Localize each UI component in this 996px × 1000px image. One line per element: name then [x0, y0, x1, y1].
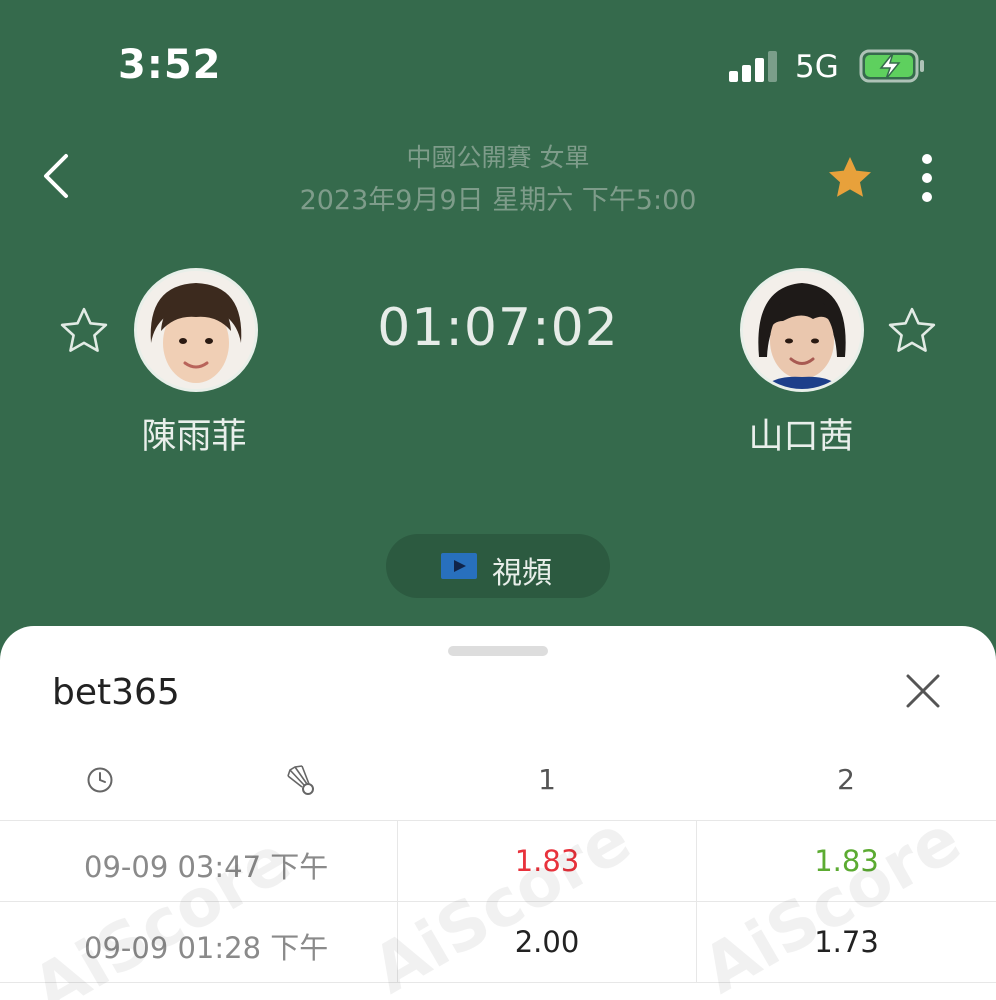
follow-home-star-icon[interactable]: [59, 306, 109, 356]
away-player-avatar[interactable]: [740, 268, 864, 392]
status-time: 3:52: [118, 42, 222, 88]
more-options-icon[interactable]: [912, 150, 942, 206]
video-button[interactable]: 視頻: [386, 534, 610, 598]
close-icon[interactable]: [904, 672, 942, 710]
match-timer: 01:07:02: [377, 298, 619, 358]
column-away-header: 2: [837, 763, 855, 796]
video-play-icon: [441, 553, 477, 579]
sheet-drag-handle[interactable]: [448, 646, 548, 656]
follow-away-star-icon[interactable]: [887, 306, 937, 356]
odds-sheet: bet365 1 2 09-09 03:47 下午 1.83 1.83 09-09 0…: [0, 626, 996, 1000]
signal-icon: [729, 50, 779, 82]
home-player-avatar[interactable]: [134, 268, 258, 392]
bookmaker-title: bet365: [52, 672, 180, 713]
league-title: 中國公開賽 女單: [406, 143, 590, 172]
shuttlecock-icon: [287, 765, 314, 795]
battery-charging-icon: [859, 49, 924, 83]
column-home-header: 1: [538, 763, 556, 796]
home-player-name[interactable]: 陳雨菲: [94, 408, 294, 459]
match-date: 2023年9月9日 星期六 下午5:00: [299, 185, 697, 216]
video-button-label: 視頻: [492, 556, 552, 591]
away-player-photo: [743, 271, 861, 389]
favorite-star-icon[interactable]: [826, 154, 874, 202]
back-arrow-icon[interactable]: [38, 150, 78, 202]
away-player-name[interactable]: 山口茜: [701, 408, 901, 459]
match-header: 3:52 5G 中國公開賽 女單 2023年9月9日 星期六 下午5:00 陳雨…: [0, 0, 996, 660]
network-type: 5G: [795, 49, 839, 85]
clock-icon: [87, 767, 113, 793]
home-player-photo: [137, 271, 255, 389]
